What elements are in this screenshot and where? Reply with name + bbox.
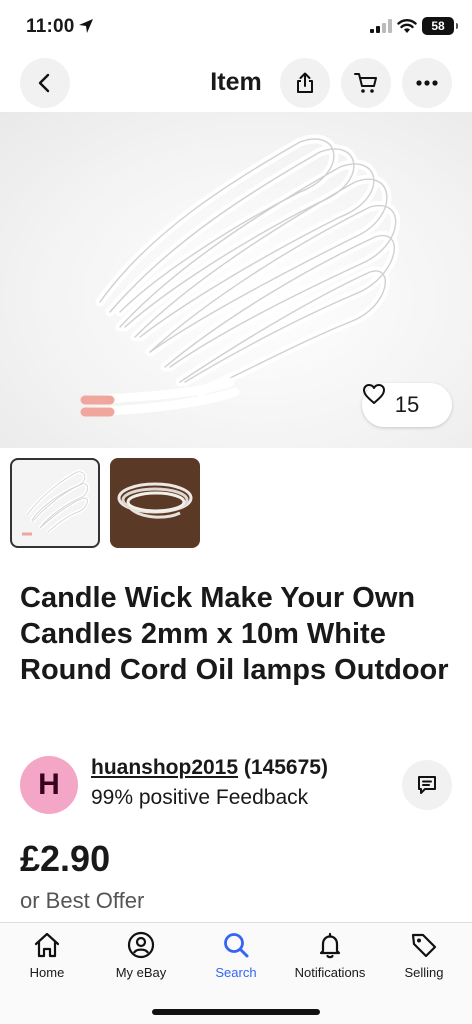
page-title: Item (210, 68, 262, 96)
share-icon (297, 72, 313, 93)
chevron-left-icon (38, 73, 50, 93)
thumbnail-wick-image (22, 469, 90, 536)
nav-selling[interactable]: Selling (377, 931, 471, 993)
thumbnail-2[interactable] (110, 458, 200, 548)
seller-name-line: huanshop2015 (145675) (91, 756, 328, 780)
signal-icon (370, 19, 392, 33)
seller-info: H huanshop2015 (145675) 99% positive Fee… (20, 752, 452, 816)
share-button[interactable] (280, 58, 330, 108)
user-icon (127, 931, 155, 959)
nav-search[interactable]: Search (189, 931, 283, 993)
tag-icon (411, 933, 437, 958)
watch-count: 15 (394, 392, 420, 417)
cart-icon (354, 73, 377, 93)
home-icon (34, 932, 60, 958)
item-header: Item (0, 56, 472, 112)
nav-my-ebay-label: My eBay (115, 965, 167, 980)
seller-feedback-count: (145675) (243, 756, 328, 779)
nav-search-label: Search (215, 965, 257, 980)
message-icon (418, 776, 436, 794)
nav-notifications[interactable]: Notifications (283, 931, 377, 993)
battery-indicator: 58 (422, 17, 458, 35)
item-price: £2.90 (20, 838, 111, 879)
thumbnail-1[interactable] (10, 458, 100, 548)
best-offer-text: or Best Offer (20, 888, 145, 913)
nav-selling-label: Selling (404, 965, 444, 980)
home-indicator (152, 1009, 320, 1015)
nav-home-label: Home (29, 965, 65, 980)
search-icon (224, 933, 249, 958)
product-image[interactable]: 15 (0, 112, 472, 448)
bottom-nav: Home My eBay Search Notifications Sellin… (0, 922, 472, 1024)
wifi-icon (397, 19, 417, 33)
item-title: Candle Wick Make Your Own Candles 2mm x … (20, 582, 449, 686)
more-options-button[interactable] (402, 58, 452, 108)
bell-icon (319, 932, 341, 959)
watch-count-button[interactable]: 15 (362, 383, 452, 427)
seller-avatar[interactable]: H (20, 756, 78, 814)
back-button[interactable] (20, 58, 70, 108)
nav-home[interactable]: Home (0, 931, 94, 993)
status-time: 11:00 (26, 16, 75, 37)
heart-icon (363, 384, 385, 404)
contact-seller-button[interactable] (402, 760, 452, 810)
status-bar: 11:00 58 (0, 0, 472, 56)
nav-my-ebay[interactable]: My eBay (94, 931, 188, 993)
seller-feedback-percent: 99% positive Feedback (91, 786, 309, 809)
seller-name-link[interactable]: huanshop2015 (91, 756, 238, 779)
cart-button[interactable] (341, 58, 391, 108)
more-icon (416, 80, 438, 86)
thumbnail-coil-image (117, 482, 193, 519)
nav-notifications-label: Notifications (294, 965, 366, 980)
location-arrow-icon (79, 19, 93, 33)
